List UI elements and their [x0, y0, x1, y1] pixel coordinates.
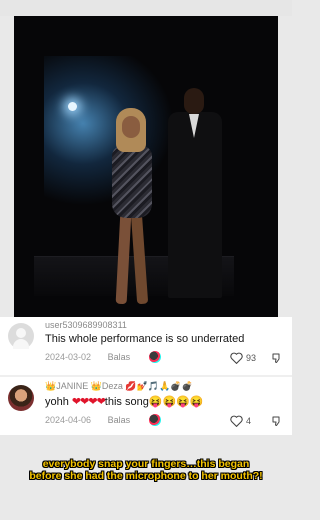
performer-woman: [104, 108, 164, 308]
heart-outline-icon[interactable]: [230, 352, 243, 364]
caption-line-2: before she had the microphone to her mou…: [29, 470, 263, 482]
comment-date: 2024-04-06: [45, 415, 92, 425]
dislike-icon[interactable]: [271, 352, 283, 364]
creator-liked-icon: [149, 414, 161, 426]
heart-outline-icon[interactable]: [230, 415, 243, 427]
comment-meta: 2024-04-06 Balas: [45, 415, 130, 425]
comment-username[interactable]: 👑JANINE 👑Deza 💋💅🎵🙏💣💣: [45, 381, 193, 392]
laughing-emojis: 😝😝😝😝: [148, 396, 204, 408]
comment-text: yohh ❤❤❤❤this song😝😝😝😝: [45, 395, 204, 408]
top-strip: [0, 0, 292, 16]
red-heart-emojis: ❤❤❤❤: [71, 396, 106, 408]
user-avatar[interactable]: [8, 385, 34, 411]
reply-button[interactable]: Balas: [108, 352, 131, 362]
video-player[interactable]: [14, 16, 278, 317]
comment-item: user5309689908311 This whole performance…: [0, 317, 292, 375]
comment-date: 2024-03-02: [45, 352, 92, 362]
comment-meta: 2024-03-02 Balas: [45, 352, 130, 362]
default-avatar-icon[interactable]: [8, 323, 34, 349]
performer-man: [162, 88, 228, 298]
comment-item: 👑JANINE 👑Deza 💋💅🎵🙏💣💣 yohh ❤❤❤❤this song😝…: [0, 377, 292, 435]
comment-username[interactable]: user5309689908311: [45, 320, 127, 330]
like-count: 4: [246, 416, 252, 426]
stage-light-icon: [68, 102, 77, 111]
like-count: 93: [246, 353, 257, 363]
dislike-icon[interactable]: [271, 415, 283, 427]
creator-liked-icon: [149, 351, 161, 363]
comment-text-start: yohh: [45, 396, 72, 408]
video-caption: everybody snap your fingers…this began b…: [0, 458, 292, 482]
reply-button[interactable]: Balas: [108, 415, 131, 425]
comment-text: This whole performance is so underrated: [45, 333, 245, 345]
comment-text-mid: this song: [104, 396, 149, 408]
caption-line-1: everybody snap your fingers…this began: [42, 458, 250, 470]
